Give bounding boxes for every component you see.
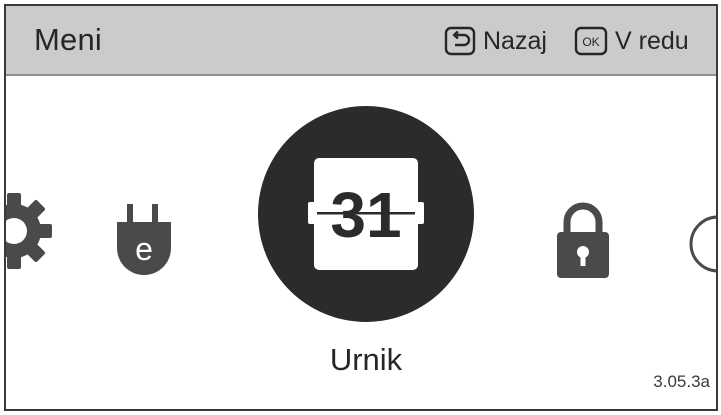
back-key-icon (444, 26, 476, 56)
ok-label: V redu (615, 26, 689, 55)
header-bar: Meni Nazaj OK V redu (6, 6, 716, 76)
ok-hint[interactable]: OK V redu (574, 26, 689, 56)
calendar-day-number: 31 (330, 179, 401, 251)
menu-screen: Meni Nazaj OK V redu e 31 Urnik 3.05.3a (4, 4, 718, 411)
gear-icon (6, 193, 52, 269)
clock-icon (689, 215, 716, 273)
version-label: 3.05.3a (653, 372, 710, 391)
energy-plug-icon: e (117, 204, 171, 275)
energy-plug-glyph: e (135, 231, 153, 267)
selected-item-label: Urnik (329, 342, 403, 377)
menu-item-energy[interactable]: e (114, 204, 174, 285)
back-hint[interactable]: Nazaj (444, 26, 547, 56)
ok-key-text: OK (582, 35, 599, 49)
back-label: Nazaj (483, 26, 547, 55)
page-title: Meni (34, 22, 102, 57)
calendar-flip-icon: 31 (258, 106, 474, 322)
menu-item-lock[interactable] (554, 200, 612, 285)
menu-carousel: e 31 Urnik 3.05.3a (6, 76, 716, 409)
menu-item-clock[interactable] (688, 212, 716, 281)
lock-icon (557, 202, 609, 278)
menu-item-settings[interactable] (6, 191, 54, 276)
menu-item-schedule[interactable]: 31 (258, 106, 474, 327)
ok-key-icon: OK (574, 26, 608, 56)
